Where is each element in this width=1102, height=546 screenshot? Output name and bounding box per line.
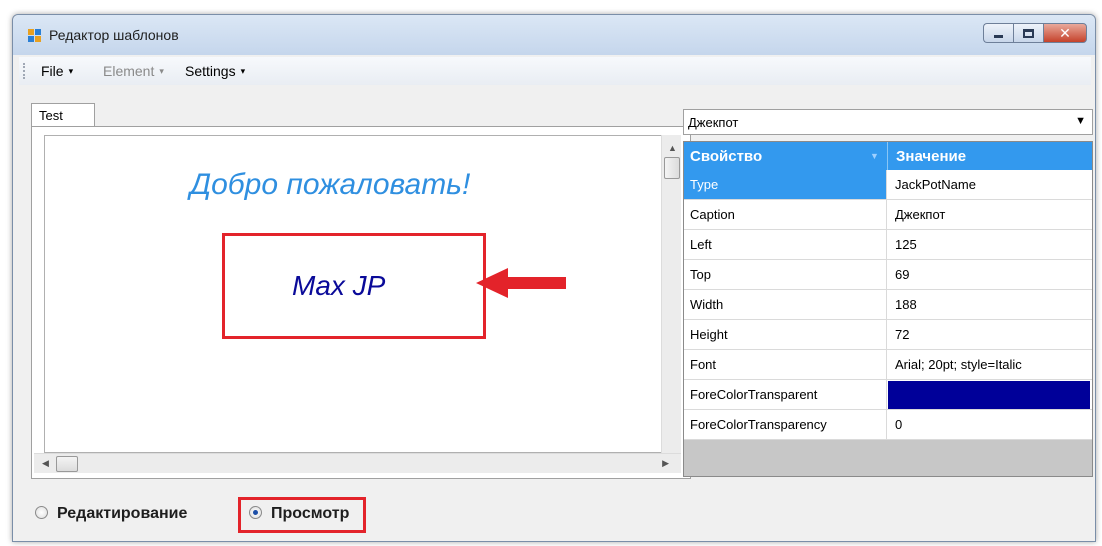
horizontal-scrollbar[interactable]: ◀ ▶: [34, 453, 681, 473]
menu-file-label: File: [41, 63, 64, 79]
jackpot-text: Max JP: [292, 270, 386, 301]
scroll-left-icon[interactable]: ◀: [42, 458, 49, 469]
property-key: Caption: [684, 200, 887, 229]
radio-edit-label: Редактирование: [57, 505, 188, 522]
element-select-value: Джекпот: [688, 115, 739, 130]
property-value[interactable]: 69: [888, 260, 1092, 289]
element-select[interactable]: Джекпот ▼: [683, 109, 1093, 135]
property-row-left[interactable]: Left 125: [684, 230, 1092, 260]
property-key: ForeColorTransparent: [684, 380, 887, 409]
minimize-button[interactable]: [983, 23, 1013, 43]
sort-icon: ▼: [870, 151, 879, 161]
radio-button-icon[interactable]: [35, 506, 48, 519]
window-controls: ✕: [983, 23, 1087, 45]
close-button[interactable]: ✕: [1043, 23, 1087, 43]
menu-settings-label: Settings: [185, 63, 236, 79]
welcome-text: Добро пожаловать!: [190, 168, 471, 201]
property-value[interactable]: 125: [888, 230, 1092, 259]
property-key: Left: [684, 230, 887, 259]
tab-test[interactable]: Test: [31, 103, 95, 127]
menu-file[interactable]: File ▾: [41, 63, 73, 79]
property-row-width[interactable]: Width 188: [684, 290, 1092, 320]
maximize-button[interactable]: [1013, 23, 1043, 43]
property-value[interactable]: JackPotName: [888, 170, 1092, 199]
dropdown-arrow-icon[interactable]: ▼: [1075, 115, 1086, 127]
radio-edit-mode[interactable]: Редактирование: [35, 505, 187, 523]
app-window: Редактор шаблонов ✕ File ▾ Element ▾ Setti…: [12, 14, 1096, 542]
property-row-type[interactable]: Type JackPotName: [684, 170, 1092, 200]
chevron-down-icon: ▾: [159, 66, 164, 76]
property-value[interactable]: 188: [888, 290, 1092, 319]
vertical-scroll-thumb[interactable]: [664, 157, 680, 179]
property-key: Font: [684, 350, 887, 379]
property-value[interactable]: Arial; 20pt; style=Italic: [888, 350, 1092, 379]
property-grid-header: Свойство ▼ Значение: [684, 142, 1092, 170]
property-row-height[interactable]: Height 72: [684, 320, 1092, 350]
title-bar[interactable]: Редактор шаблонов ✕: [13, 15, 1095, 55]
property-grid: Свойство ▼ Значение Type JackPotName Cap…: [683, 141, 1093, 477]
app-icon: [28, 29, 42, 43]
property-key: Type: [684, 170, 887, 199]
tab-test-label: Test: [39, 108, 63, 123]
tab-panel: Добро пожаловать! Max JP ▲ ◀ ▶: [31, 126, 691, 479]
header-property[interactable]: Свойство: [690, 148, 762, 165]
window-title: Редактор шаблонов: [49, 27, 179, 43]
scroll-right-icon[interactable]: ▶: [662, 458, 669, 469]
menu-bar: File ▾ Element ▾ Settings ▾: [19, 57, 1091, 85]
property-value[interactable]: 0: [888, 410, 1092, 439]
property-row-top[interactable]: Top 69: [684, 260, 1092, 290]
menu-grip[interactable]: [23, 63, 25, 79]
property-key: ForeColorTransparency: [684, 410, 887, 439]
property-row-forecolor-transparency[interactable]: ForeColorTransparency 0: [684, 410, 1092, 440]
radio-view-mode[interactable]: Просмотр: [249, 505, 349, 523]
property-key: Height: [684, 320, 887, 349]
header-divider: [887, 142, 888, 170]
maximize-icon: [1023, 29, 1034, 38]
chevron-down-icon: ▾: [68, 66, 74, 76]
close-icon: ✕: [1059, 25, 1071, 41]
property-row-caption[interactable]: Caption Джекпот: [684, 200, 1092, 230]
scroll-up-icon[interactable]: ▲: [668, 143, 677, 153]
template-canvas[interactable]: Добро пожаловать! Max JP: [44, 135, 672, 453]
menu-element[interactable]: Element ▾: [103, 63, 164, 79]
vertical-scrollbar[interactable]: ▲: [661, 135, 681, 453]
header-value[interactable]: Значение: [896, 148, 966, 165]
arrow-left-icon: [476, 268, 566, 298]
property-row-forecolor-transparent[interactable]: ForeColorTransparent: [684, 380, 1092, 410]
property-key: Width: [684, 290, 887, 319]
radio-view-label: Просмотр: [271, 505, 350, 522]
property-value[interactable]: 72: [888, 320, 1092, 349]
minimize-icon: [994, 35, 1003, 38]
menu-element-label: Element: [103, 63, 155, 79]
property-row-font[interactable]: Font Arial; 20pt; style=Italic: [684, 350, 1092, 380]
chevron-down-icon: ▾: [240, 66, 246, 76]
property-value[interactable]: Джекпот: [888, 200, 1092, 229]
property-key: Top: [684, 260, 887, 289]
menu-settings[interactable]: Settings ▾: [185, 63, 245, 79]
jackpot-element-highlight[interactable]: Max JP: [222, 233, 486, 339]
mode-radio-group: Редактирование Просмотр: [13, 491, 1095, 533]
radio-button-selected-icon[interactable]: [249, 506, 262, 519]
color-swatch[interactable]: [888, 381, 1090, 409]
horizontal-scroll-thumb[interactable]: [56, 456, 78, 472]
